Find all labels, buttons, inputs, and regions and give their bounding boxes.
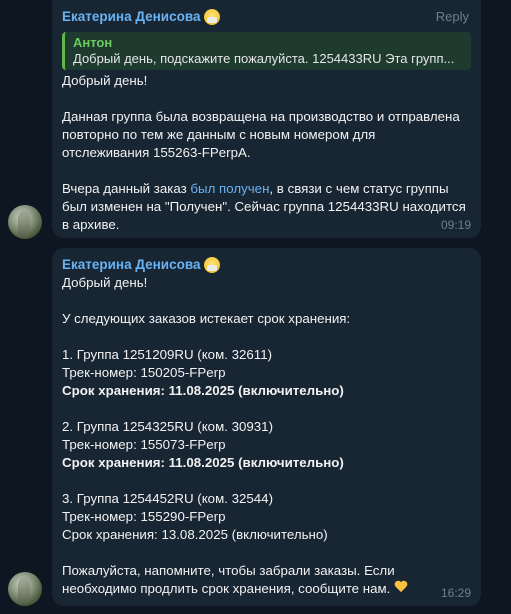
- quote-text: Добрый день, подскажите пожалуйста. 1254…: [73, 51, 455, 66]
- message-text: Добрый день! У следующих заказов истекае…: [62, 274, 471, 598]
- text-line: Срок хранения: 11.08.2025 (включительно): [62, 383, 344, 398]
- text-line: отслеживания 155263-FPerpA.: [62, 145, 251, 160]
- text-line: Срок хранения: 11.08.2025 (включительно): [62, 455, 344, 470]
- text-line: 3. Группа 1254452RU (ком. 32544): [62, 491, 274, 506]
- text-line: Пожалуйста, напомните, чтобы забрали зак…: [62, 563, 395, 578]
- text-line: Срок хранения: 13.08.2025 (включительно): [62, 527, 328, 542]
- message-sender[interactable]: Екатерина Денисова: [62, 8, 471, 26]
- message-time: 16:29: [440, 586, 471, 600]
- message-sender[interactable]: Екатерина Денисова: [62, 256, 471, 274]
- message-bubble[interactable]: Екатерина Денисова Reply Антон Добрый де…: [52, 0, 481, 238]
- text-line: Вчера данный заказ был получен, в связи …: [62, 180, 471, 198]
- text-span: необходимо продлить срок хранения, сообщ…: [62, 581, 391, 596]
- text-line: Трек-номер: 155073-FPerp: [62, 437, 226, 452]
- mask-face-icon: [204, 9, 221, 25]
- text-line: 2. Группа 1254325RU (ком. 30931): [62, 419, 274, 434]
- sender-name[interactable]: Екатерина Денисова: [62, 8, 200, 26]
- text-line: повторно по тем же данным с новым номеро…: [62, 127, 376, 142]
- mask-face-icon: [204, 257, 221, 273]
- yellow-heart-icon: [394, 581, 408, 594]
- text-line: Трек-номер: 155290-FPerp: [62, 509, 226, 524]
- text-line: необходимо продлить срок хранения, сообщ…: [62, 580, 471, 598]
- message-bubble[interactable]: Екатерина Денисова Добрый день! У следую…: [52, 248, 481, 606]
- message-link[interactable]: был получен: [190, 181, 269, 196]
- text-line: Добрый день!: [62, 275, 148, 290]
- text-line: в архиве.: [62, 217, 120, 232]
- text-line: был изменен на "Получен". Сейчас группа …: [62, 199, 466, 214]
- text-span: , в связи с чем статус группы: [269, 181, 449, 196]
- text-line: Данная группа была возвращена на произво…: [62, 109, 460, 124]
- reply-button[interactable]: Reply: [436, 9, 469, 24]
- sender-name[interactable]: Екатерина Денисова: [62, 256, 200, 274]
- text-line: Добрый день!: [62, 73, 148, 88]
- text-line: Трек-номер: 150205-FPerp: [62, 365, 226, 380]
- avatar[interactable]: [8, 205, 42, 239]
- message-time: 09:19: [440, 218, 471, 232]
- quote-author: Антон: [73, 35, 113, 50]
- reply-quote[interactable]: Антон Добрый день, подскажите пожалуйста…: [62, 32, 471, 70]
- text-line: 1. Группа 1251209RU (ком. 32611): [62, 347, 273, 362]
- text-line: У следующих заказов истекает срок хранен…: [62, 311, 351, 326]
- text-span: Вчера данный заказ: [62, 181, 191, 196]
- avatar[interactable]: [8, 572, 42, 606]
- message-text: Добрый день! Данная группа была возвраще…: [62, 72, 471, 234]
